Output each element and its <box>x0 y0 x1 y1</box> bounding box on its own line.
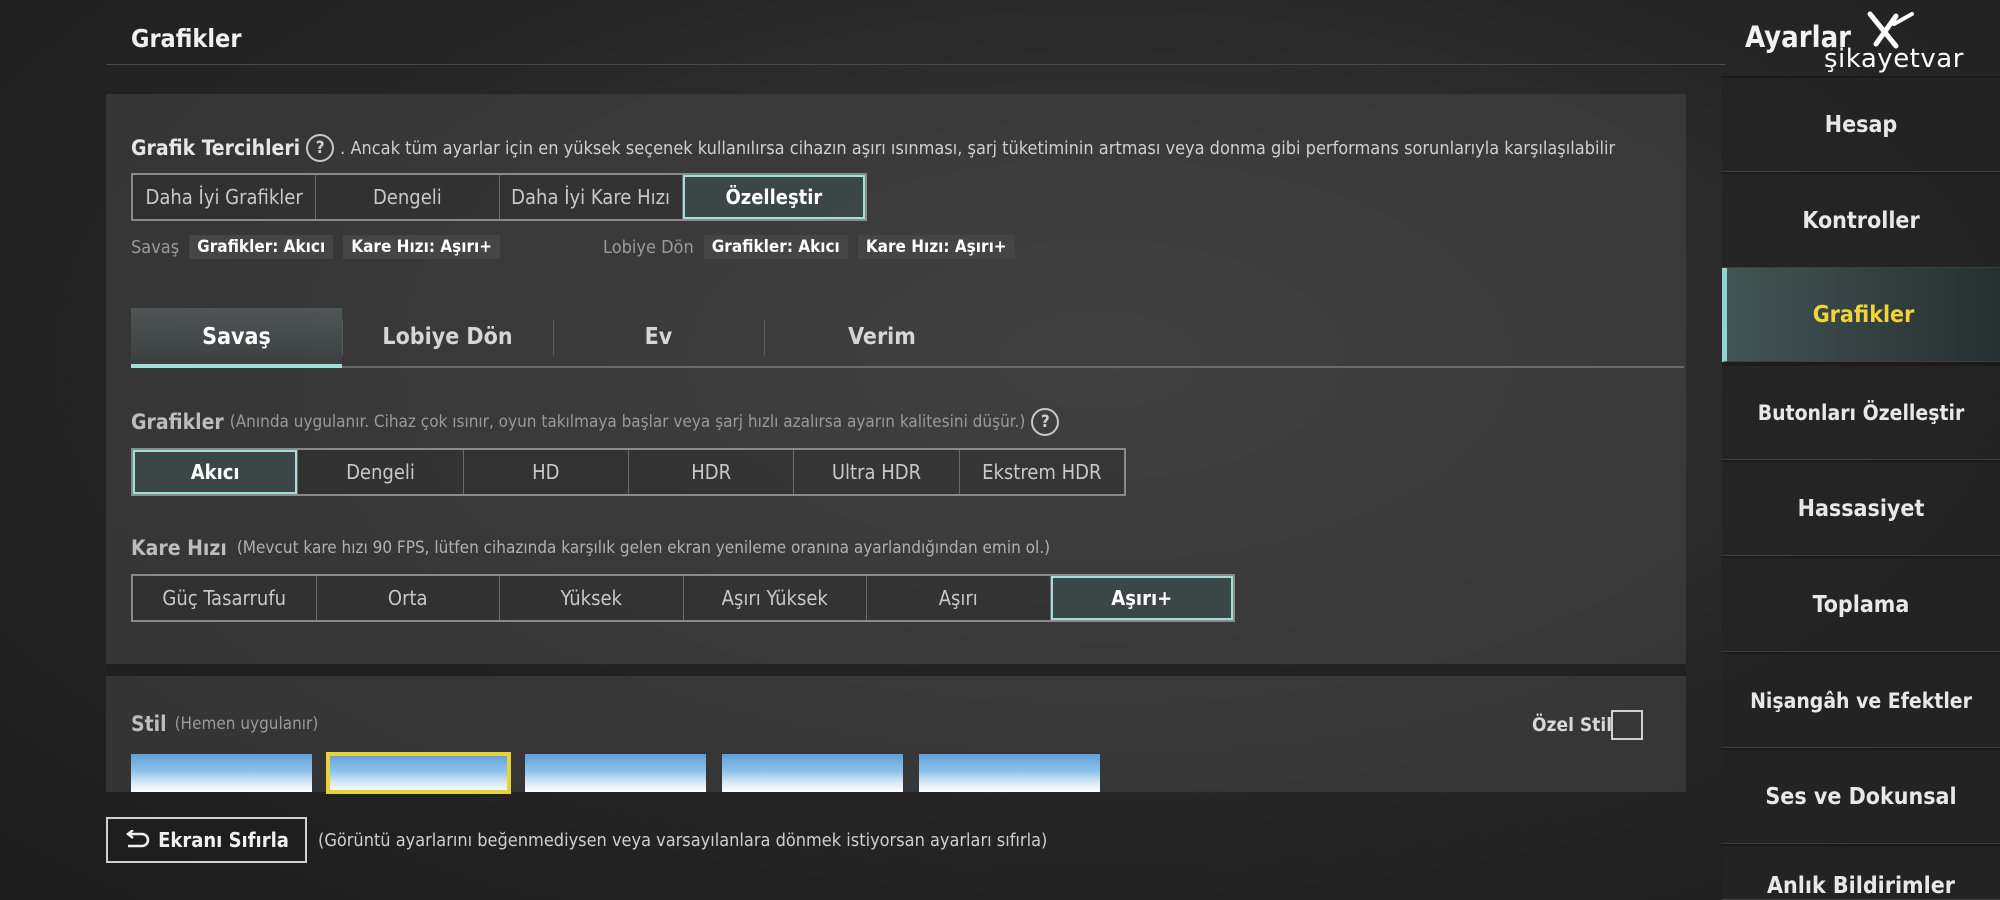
custom-style-label: Özel Stil <box>1532 714 1613 736</box>
reset-screen-button[interactable]: Ekranı Sıfırla <box>106 817 307 863</box>
sidebar-item-anlik-bildirimler[interactable]: Anlık Bildirimler <box>1722 846 2000 900</box>
panel-separator <box>106 664 1686 676</box>
title-divider <box>106 64 1726 65</box>
graphics-option-smooth[interactable]: Akıcı <box>133 450 299 494</box>
graphics-option-extreme-hdr[interactable]: Ekstrem HDR <box>959 450 1124 494</box>
sidebar-item-grafikler[interactable]: Grafikler <box>1722 268 2000 362</box>
sidebar-item-nisangah[interactable]: Nişangâh ve Efektler <box>1722 654 2000 748</box>
sidebar-item-ses-dokunsal[interactable]: Ses ve Dokunsal <box>1722 750 2000 844</box>
reset-hint: (Görüntü ayarlarını beğenmediysen veya v… <box>318 830 1048 851</box>
graphics-hint: (Anında uygulanır. Cihaz çok ısınır, oyu… <box>229 412 1026 432</box>
style-thumbnail[interactable] <box>919 754 1100 792</box>
prefs-option-customize[interactable]: Özelleştir <box>682 175 865 219</box>
reset-button-label: Ekranı Sıfırla <box>158 828 289 852</box>
tab-underline <box>131 366 1684 368</box>
framerate-option-very-high[interactable]: Aşırı Yüksek <box>683 576 867 620</box>
prefs-segmented: Daha İyi Grafikler Dengeli Daha İyi Kare… <box>131 173 867 221</box>
undo-icon <box>126 830 150 848</box>
summary-savas-graphics-tag: Grafikler: Akıcı <box>189 235 334 259</box>
prefs-option-balanced[interactable]: Dengeli <box>316 175 500 219</box>
graphics-row: Grafikler (Anında uygulanır. Cihaz çok ı… <box>131 408 1060 436</box>
style-label: Stil <box>131 712 167 736</box>
graphics-option-hdr[interactable]: HDR <box>628 450 795 494</box>
page-title: Grafikler <box>131 24 242 53</box>
tab-savas[interactable]: Savaş <box>131 308 342 366</box>
prefs-option-better-fps[interactable]: Daha İyi Kare Hızı <box>499 175 683 219</box>
framerate-segmented: Güç Tasarrufu Orta Yüksek Aşırı Yüksek A… <box>131 574 1235 622</box>
help-icon[interactable]: ? <box>306 134 335 162</box>
graphics-option-balanced[interactable]: Dengeli <box>298 450 464 494</box>
sidebar-item-kontroller[interactable]: Kontroller <box>1722 174 2000 268</box>
tab-lobby[interactable]: Lobiye Dön <box>342 308 553 366</box>
graphics-label: Grafikler <box>131 410 224 434</box>
help-icon[interactable]: ? <box>1031 408 1060 436</box>
framerate-option-extreme-plus[interactable]: Aşırı+ <box>1050 576 1233 620</box>
style-thumbnail[interactable] <box>525 754 706 792</box>
prefs-option-better-graphics[interactable]: Daha İyi Grafikler <box>133 175 317 219</box>
summary-lobby: Lobiye Dön Grafikler: Akıcı Kare Hızı: A… <box>603 235 1015 259</box>
prefs-description: . Ancak tüm ayarlar için en yüksek seçen… <box>340 137 1616 159</box>
framerate-option-power-saving[interactable]: Güç Tasarrufu <box>133 576 317 620</box>
framerate-label: Kare Hızı <box>131 536 227 560</box>
summary-lobby-fps-tag: Kare Hızı: Aşırı+ <box>857 235 1015 259</box>
summary-savas: Savaş Grafikler: Akıcı Kare Hızı: Aşırı+ <box>131 235 501 259</box>
prefs-label: Grafik Tercihleri <box>131 136 301 160</box>
custom-style-checkbox[interactable] <box>1611 710 1643 740</box>
framerate-option-high[interactable]: Yüksek <box>500 576 684 620</box>
style-hint: (Hemen uygulanır) <box>174 714 319 734</box>
prefs-row: Grafik Tercihleri ? . Ancak tüm ayarlar … <box>131 134 1615 162</box>
sidebar-item-hassasiyet[interactable]: Hassasiyet <box>1722 462 2000 556</box>
style-thumbnail[interactable] <box>722 754 903 792</box>
sidebar-item-hesap[interactable]: Hesap <box>1722 78 2000 172</box>
sidebar-item-toplama[interactable]: Toplama <box>1722 558 2000 652</box>
summary-lobby-graphics-tag: Grafikler: Akıcı <box>703 235 848 259</box>
graphics-option-hd[interactable]: HD <box>463 450 629 494</box>
summary-savas-label: Savaş <box>131 236 180 258</box>
mode-tabs: Savaş Lobiye Dön Ev Verim <box>131 308 1684 368</box>
summary-savas-fps-tag: Kare Hızı: Aşırı+ <box>343 235 501 259</box>
framerate-hint: (Mevcut kare hızı 90 FPS, lütfen cihazın… <box>236 538 1051 558</box>
graphics-segmented: Akıcı Dengeli HD HDR Ultra HDR Ekstrem H… <box>131 448 1126 496</box>
tab-ev[interactable]: Ev <box>553 308 764 366</box>
style-thumbnail-selected[interactable] <box>326 752 511 794</box>
framerate-option-medium[interactable]: Orta <box>316 576 500 620</box>
framerate-option-extreme[interactable]: Aşırı <box>867 576 1051 620</box>
sidebar-item-butonlari-ozellestir[interactable]: Butonları Özelleştir <box>1722 366 2000 460</box>
watermark-text: şikayetvar <box>1824 44 1964 74</box>
tab-verim[interactable]: Verim <box>764 308 1000 366</box>
tab-active-indicator <box>131 364 342 368</box>
style-row: Stil (Hemen uygulanır) <box>131 712 318 736</box>
style-thumbnail[interactable] <box>131 754 312 792</box>
graphics-option-ultra-hdr[interactable]: Ultra HDR <box>794 450 960 494</box>
framerate-row: Kare Hızı (Mevcut kare hızı 90 FPS, lütf… <box>131 536 1050 560</box>
summary-lobby-label: Lobiye Dön <box>603 236 694 258</box>
